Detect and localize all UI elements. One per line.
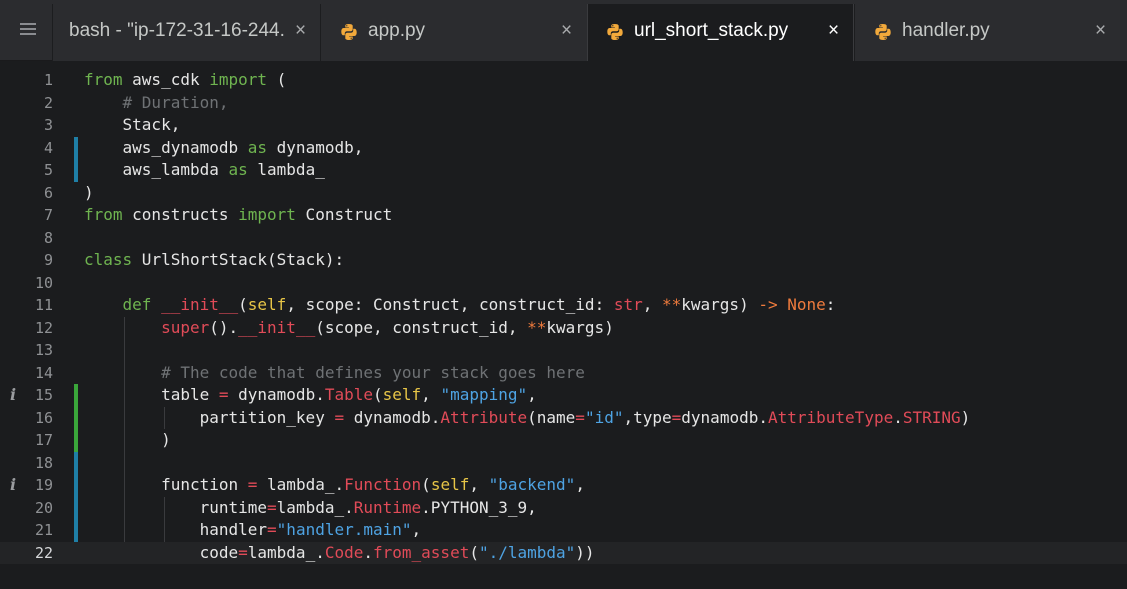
line-number: 21 (34, 521, 53, 539)
code-editor[interactable]: 1 from aws_cdk import (2 # Duration, 3 Sta… (0, 61, 1127, 589)
tab-app-py[interactable]: app.py × (320, 4, 587, 61)
tab-label: handler.py (902, 20, 990, 41)
tab-label: app.py (368, 20, 426, 41)
code-text: from constructs import Construct (84, 205, 393, 224)
code-line[interactable]: 2 # Duration, (0, 92, 1127, 115)
code-line[interactable]: 19 i function = lambda_.Function(self, "b… (0, 474, 1127, 497)
code-line[interactable]: 17 ) (0, 429, 1127, 452)
code-line[interactable]: 15 i table = dynamodb.Table(self, "mappin… (0, 384, 1127, 407)
code-text: handler="handler.main", (84, 520, 422, 539)
code-line[interactable]: 13 (0, 339, 1127, 362)
tab-url-short-stack-py[interactable]: url_short_stack.py × (587, 4, 854, 62)
code-text: # Duration, (122, 92, 229, 112)
line-number: 2 (43, 93, 53, 112)
code-text: from aws_cdk import ( (84, 70, 287, 89)
code-line[interactable]: 11 def __init__(self, scope: Construct, … (0, 294, 1127, 317)
tab-label: bash - "ip-172-31-16-244. (69, 20, 285, 41)
close-icon[interactable]: × (295, 20, 306, 42)
tab-bar: bash - "ip-172-31-16-244. × app.py × url… (0, 0, 1127, 62)
code-line[interactable]: 20 runtime=lambda_.Runtime.PYTHON_3_9, (0, 497, 1127, 520)
code-line[interactable]: 12 super().__init__(scope, construct_id,… (0, 317, 1127, 340)
code-line[interactable]: 1 from aws_cdk import ( (0, 69, 1127, 92)
close-icon[interactable]: × (828, 20, 839, 42)
close-icon[interactable]: × (1095, 20, 1106, 42)
line-number: 10 (34, 273, 53, 292)
code-text: aws_lambda as lambda_ (84, 160, 325, 179)
code-text: # The code that defines your stack goes … (161, 362, 585, 382)
code-line[interactable]: 6) (0, 182, 1127, 205)
line-number: 7 (43, 206, 53, 224)
line-number: 4 (43, 138, 53, 157)
line-number: 11 (34, 296, 53, 314)
code-line[interactable]: 18 (0, 452, 1127, 475)
code-line[interactable]: 4 aws_dynamodb as dynamodb, (0, 137, 1127, 160)
code-line[interactable]: 9 class UrlShortStack(Stack): (0, 249, 1127, 272)
line-number: 20 (34, 498, 53, 517)
code-line[interactable]: 10 (0, 272, 1127, 295)
line-number: 9 (43, 251, 53, 269)
code-text: ) (84, 430, 171, 449)
code-text: aws_dynamodb as dynamodb, (84, 137, 364, 157)
code-line[interactable]: 14 # The code that defines your stack go… (0, 362, 1127, 385)
code-line[interactable]: 3 Stack, (0, 114, 1127, 137)
tab-label: url_short_stack.py (634, 20, 789, 41)
code-text: class UrlShortStack(Stack): (84, 250, 345, 269)
code-line[interactable]: 16 partition_key = dynamodb.Attribute(na… (0, 407, 1127, 430)
line-number: 13 (34, 341, 53, 359)
code-line[interactable]: 21 handler="handler.main", (0, 519, 1127, 542)
line-number: 1 (43, 71, 53, 89)
line-number: 3 (43, 116, 53, 134)
line-number: 22 (34, 543, 53, 562)
python-icon (341, 24, 357, 40)
code-text: ) (84, 182, 94, 202)
code-line[interactable]: 5 aws_lambda as lambda_ (0, 159, 1127, 182)
code-text: partition_key = dynamodb.Attribute(name=… (84, 407, 971, 427)
menu-icon[interactable] (20, 21, 36, 37)
code-text: runtime=lambda_.Runtime.PYTHON_3_9, (84, 497, 537, 517)
code-text: def __init__(self, scope: Construct, con… (122, 295, 836, 314)
tab-bash[interactable]: bash - "ip-172-31-16-244. × (52, 4, 320, 61)
python-icon (875, 24, 891, 40)
line-number: 8 (43, 228, 53, 247)
code-text: super().__init__(scope, construct_id, **… (161, 317, 614, 337)
code-line[interactable]: 22 code=lambda_.Code.from_asset("./lambd… (0, 541, 1127, 564)
tab-handler-py[interactable]: handler.py × (854, 4, 1127, 61)
code-text: code=lambda_.Code.from_asset("./lambda")… (84, 542, 595, 562)
line-number: 17 (34, 431, 53, 449)
line-number: 14 (34, 363, 53, 382)
line-number: 5 (43, 161, 53, 179)
line-number: 16 (34, 408, 53, 427)
code-line[interactable]: 8 (0, 227, 1127, 250)
line-number: 6 (43, 183, 53, 202)
info-icon[interactable]: i (10, 474, 16, 497)
info-icon[interactable]: i (10, 384, 16, 407)
code-text: Stack, (84, 115, 181, 134)
line-number: 12 (34, 318, 53, 337)
code-text: function = lambda_.Function(self, "backe… (84, 475, 585, 494)
line-number: 19 (34, 476, 53, 494)
close-icon[interactable]: × (561, 20, 572, 42)
code-text: table = dynamodb.Table(self, "mapping", (84, 385, 537, 404)
python-icon (607, 24, 623, 40)
line-number: 18 (34, 453, 53, 472)
line-number: 15 (34, 386, 53, 404)
code-line[interactable]: 7 from constructs import Construct (0, 204, 1127, 227)
